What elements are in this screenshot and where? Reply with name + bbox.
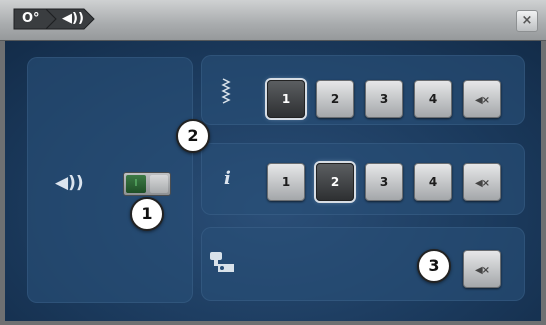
callout-2: 2 bbox=[176, 119, 210, 153]
bobbin-mute-button[interactable]: ◀× bbox=[463, 250, 501, 288]
stitch-selection-icon bbox=[221, 77, 231, 105]
stitch-mute-button[interactable]: ◀× bbox=[463, 80, 501, 118]
stitch-sound-option-4[interactable]: 4 bbox=[414, 80, 452, 118]
mute-icon: ◀× bbox=[474, 265, 490, 276]
switch-on-indicator: I bbox=[126, 175, 146, 193]
callout-3: 3 bbox=[417, 249, 451, 283]
mute-icon: ◀× bbox=[474, 95, 490, 106]
callout-1: 1 bbox=[130, 197, 164, 231]
top-bar: O° ◀)) × bbox=[0, 0, 546, 41]
stitch-sound-option-1[interactable]: 1 bbox=[267, 80, 305, 118]
mute-icon: ◀× bbox=[474, 178, 490, 189]
info-sound-option-3[interactable]: 3 bbox=[365, 163, 403, 201]
close-button[interactable]: × bbox=[516, 10, 538, 32]
info-sound-option-2[interactable]: 2 bbox=[316, 163, 354, 201]
info-sound-option-4[interactable]: 4 bbox=[414, 163, 452, 201]
stitch-sound-option-3[interactable]: 3 bbox=[365, 80, 403, 118]
info-mute-button[interactable]: ◀× bbox=[463, 163, 501, 201]
speaker-icon: ◀)) bbox=[55, 173, 84, 193]
stitch-sound-option-2[interactable]: 2 bbox=[316, 80, 354, 118]
audio-settings-area: ◀)) I 1 2 3 4 ◀× i 1 2 3 4 ◀× ◀× 1 2 3 bbox=[5, 41, 541, 321]
breadcrumb-audio[interactable]: ◀)) bbox=[46, 8, 96, 30]
switch-off-segment bbox=[150, 175, 168, 193]
speaker-icon: ◀)) bbox=[62, 11, 84, 26]
setup-icon: O° bbox=[22, 11, 40, 26]
info-sound-option-1[interactable]: 1 bbox=[267, 163, 305, 201]
info-icon: i bbox=[224, 168, 231, 189]
bobbin-winder-icon bbox=[208, 250, 238, 274]
sound-on-off-switch[interactable]: I bbox=[123, 172, 171, 196]
screen: O° ◀)) × ◀)) I 1 2 3 4 ◀× i 1 2 3 4 ◀× ◀… bbox=[0, 0, 546, 325]
